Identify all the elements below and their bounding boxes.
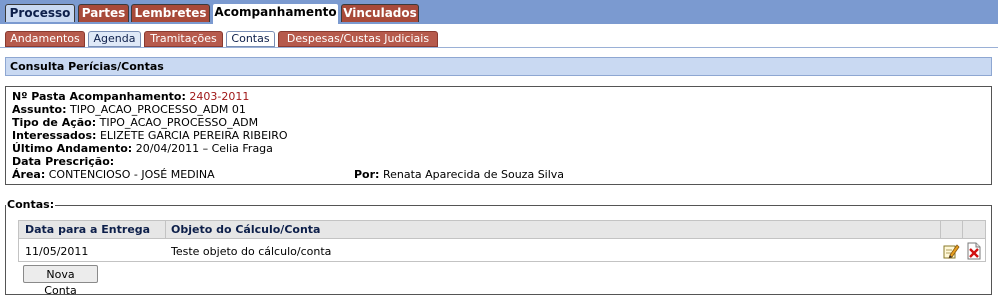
assunto-value: TIPO_ACAO_PROCESSO_ADM 01: [69, 103, 246, 116]
area-value: CONTENCIOSO - JOSÉ MEDINA: [48, 168, 215, 181]
ultimo-andamento-row: Último Andamento: 20/04/2011 – Celia Fra…: [12, 142, 273, 155]
interessados-row: Interessados: ELIZETE GARCIA PEREIRA RIB…: [12, 129, 288, 142]
subtab-despesas[interactable]: Despesas/Custas Judiciais: [278, 31, 438, 47]
subtab-contas[interactable]: Contas: [226, 31, 275, 47]
column-divider: [165, 221, 166, 238]
table-header: Data para a Entrega Objeto do Cálculo/Co…: [19, 221, 985, 239]
interessados-label: Interessados:: [12, 129, 97, 142]
contas-table: Data para a Entrega Objeto do Cálculo/Co…: [18, 220, 986, 262]
contas-fieldset: Contas: Data para a Entrega Objeto do Cá…: [5, 198, 992, 297]
prescricao-label: Data Prescrição:: [12, 155, 115, 168]
process-info-box: Nº Pasta Acompanhamento: 2403-2011 Assun…: [5, 86, 992, 185]
pasta-label: Nº Pasta Acompanhamento:: [12, 90, 186, 103]
cell-data-entrega: 11/05/2011: [25, 245, 89, 258]
cell-objeto: Teste objeto do cálculo/conta: [171, 245, 332, 258]
por-row: Por: Renata Aparecida de Souza Silva: [354, 168, 564, 181]
tab-vinculados[interactable]: Vinculados: [341, 4, 419, 22]
por-value: Renata Aparecida de Souza Silva: [382, 168, 565, 181]
column-divider: [940, 221, 941, 238]
section-title: Consulta Perícias/Contas: [5, 57, 992, 76]
assunto-label: Assunto:: [12, 103, 67, 116]
tipo-label: Tipo de Ação:: [12, 116, 97, 129]
tab-lembretes[interactable]: Lembretes: [131, 4, 210, 22]
subtab-tramitacoes[interactable]: Tramitações: [144, 31, 223, 47]
prescricao-row: Data Prescrição:: [12, 155, 114, 168]
nova-conta-button[interactable]: Nova Conta: [23, 265, 98, 297]
interessados-value: ELIZETE GARCIA PEREIRA RIBEIRO: [99, 129, 288, 142]
column-divider: [962, 221, 963, 238]
subtab-agenda[interactable]: Agenda: [88, 31, 141, 47]
ultimo-andamento-label: Último Andamento:: [12, 142, 133, 155]
edit-icon[interactable]: [942, 242, 960, 260]
tab-acompanhamento[interactable]: Acompanhamento: [212, 3, 339, 24]
tab-partes[interactable]: Partes: [78, 4, 129, 22]
tipo-row: Tipo de Ação: TIPO_ACAO_PROCESSO_ADM: [12, 116, 258, 129]
column-header-objeto: Objeto do Cálculo/Conta: [171, 223, 321, 236]
tipo-value: TIPO_ACAO_PROCESSO_ADM: [99, 116, 259, 129]
pasta-value: 2403-2011: [189, 90, 250, 103]
top-tab-bar: Processo Partes Lembretes Acompanhamento…: [0, 0, 998, 24]
area-label: Área:: [12, 168, 46, 181]
contas-legend: Contas:: [6, 198, 56, 212]
delete-icon[interactable]: [965, 242, 983, 260]
assunto-row: Assunto: TIPO_ACAO_PROCESSO_ADM 01: [12, 103, 246, 116]
por-label: Por:: [354, 168, 380, 181]
subtab-andamentos[interactable]: Andamentos: [5, 31, 85, 47]
area-row: Área: CONTENCIOSO - JOSÉ MEDINA: [12, 168, 215, 181]
tab-processo[interactable]: Processo: [5, 4, 75, 22]
column-header-data: Data para a Entrega: [25, 223, 151, 236]
subtab-underline: [0, 47, 998, 48]
ultimo-andamento-value: 20/04/2011 – Celia Fraga: [135, 142, 273, 155]
pasta-row: Nº Pasta Acompanhamento: 2403-2011: [12, 90, 249, 103]
